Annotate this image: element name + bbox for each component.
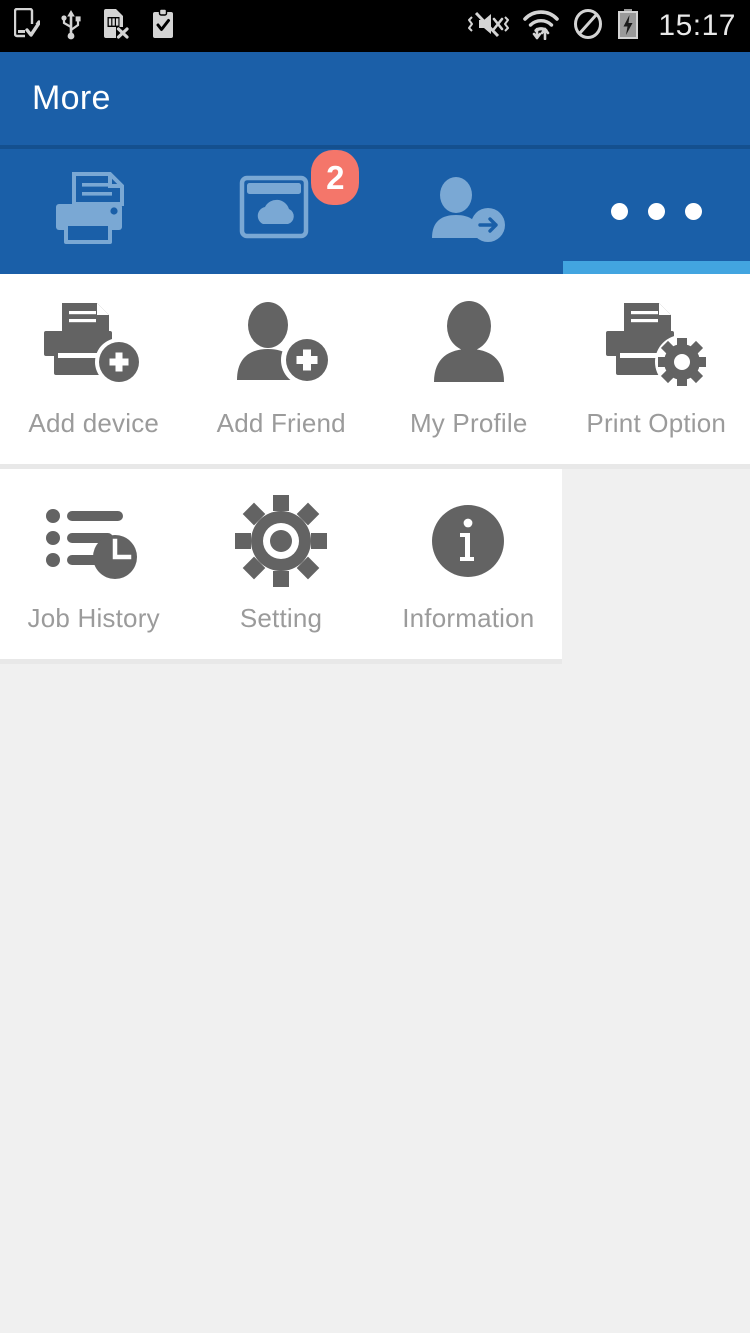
menu-item-setting[interactable]: Setting <box>187 469 375 659</box>
person-add-icon <box>227 296 335 396</box>
dot-2 <box>647 203 665 220</box>
menu-item-label: Add Friend <box>216 408 346 438</box>
menu-item-label: Setting <box>239 603 323 633</box>
more-dots-icon <box>610 203 702 220</box>
status-bar-right-icons: 15:17 <box>467 8 736 45</box>
status-bar-left-icons <box>13 7 176 45</box>
tab-bar: 2 <box>0 149 750 274</box>
tab-printer[interactable] <box>0 149 188 274</box>
app-header: More <box>0 52 750 149</box>
app-screen: 15:17 More 2 Add device Add Friend My Pr… <box>0 0 750 1333</box>
printer-add-icon <box>40 296 148 396</box>
person-arrow-icon <box>426 173 512 250</box>
vibrate-mute-icon <box>467 8 510 45</box>
phone-download-icon <box>13 7 41 45</box>
menu-item-label: Information <box>402 603 535 633</box>
gear-icon <box>234 491 328 591</box>
status-bar-clock: 15:17 <box>658 9 736 42</box>
dot-1 <box>610 203 628 220</box>
tab-send-friend[interactable] <box>375 149 563 274</box>
page-title: More <box>32 79 111 117</box>
menu-grid-row: Job History Setting Information <box>0 469 562 664</box>
dot-3 <box>684 203 702 220</box>
active-tab-indicator <box>562 261 750 274</box>
tab-cloud[interactable]: 2 <box>188 149 376 274</box>
menu-item-print-option[interactable]: Print Option <box>562 274 750 464</box>
tab-more[interactable] <box>562 149 750 274</box>
person-icon <box>415 296 523 396</box>
tab-badge-count: 2 <box>311 150 360 205</box>
window-cloud-icon: 2 <box>239 150 360 251</box>
menu-item-label: Add device <box>28 408 160 438</box>
menu-item-my-profile[interactable]: My Profile <box>375 274 563 464</box>
printer-icon <box>48 170 140 253</box>
menu-grid-row-wrapper: Job History Setting Information <box>0 469 750 664</box>
menu-item-label: Print Option <box>586 408 727 438</box>
menu-item-job-history[interactable]: Job History <box>0 469 188 659</box>
menu-item-label: My Profile <box>409 408 528 438</box>
menu-item-add-device[interactable]: Add device <box>0 274 188 464</box>
clipboard-check-icon <box>150 7 176 45</box>
sim-card-error-icon <box>102 8 130 45</box>
menu-item-add-friend[interactable]: Add Friend <box>187 274 375 464</box>
menu-item-information[interactable]: Information <box>374 469 562 659</box>
list-clock-icon <box>43 491 145 591</box>
info-circle-icon <box>422 491 514 591</box>
battery-charging-icon <box>616 8 640 45</box>
menu-grid: Add device Add Friend My Profile Print O… <box>0 274 750 664</box>
printer-gear-icon <box>602 296 710 396</box>
usb-icon <box>60 8 82 45</box>
status-bar: 15:17 <box>0 0 750 52</box>
menu-item-label: Job History <box>27 603 160 633</box>
grid-empty-cell <box>562 469 750 664</box>
wifi-transfer-icon <box>522 8 560 45</box>
menu-grid-row: Add device Add Friend My Profile Print O… <box>0 274 750 469</box>
do-not-disturb-icon <box>573 8 603 45</box>
